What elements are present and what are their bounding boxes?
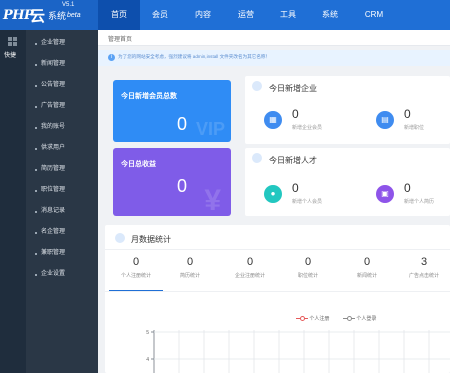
vip-watermark-icon: VIP	[195, 119, 225, 139]
sidebar-item-jobs[interactable]: 职位管理	[26, 180, 98, 201]
users-icon	[252, 153, 262, 163]
building-icon: ▦	[264, 111, 282, 129]
metric-enterprise-registrations-value: 0	[246, 256, 254, 268]
sidebar-item-news[interactable]: 新闻管理	[26, 54, 98, 75]
metric-ad-clicks-label[interactable]: 广告点击统计	[400, 272, 448, 279]
new-personal-members-label: 新增个人会员	[292, 199, 323, 205]
monthly-line-chart: 54	[146, 330, 450, 373]
metric-personal-registrations-label[interactable]: 个人注册统计	[112, 272, 160, 279]
panel-title: 月数据统计	[131, 235, 171, 244]
metric-resumes-label[interactable]: 简历统计	[166, 272, 214, 279]
building-icon	[252, 81, 262, 91]
sidebar-item-enterprise[interactable]: 企业管理	[26, 33, 98, 54]
logo-cloud-text: 云	[30, 7, 46, 25]
topnav-home[interactable]: 首页	[98, 0, 140, 30]
new-jobs-label: 新增职位	[404, 125, 425, 131]
new-enterprise-members-value: 0	[292, 107, 299, 121]
metric-resumes-value: 0	[186, 256, 194, 268]
sidebar-item-my-account[interactable]: 我的账号	[26, 117, 98, 138]
topnav-content[interactable]: 内容	[183, 0, 223, 30]
card-value: 0	[177, 114, 188, 134]
new-enterprise-members-label: 新增企业会员	[292, 125, 323, 131]
sidebar-item-enterprise-settings[interactable]: 企业设置	[26, 264, 98, 285]
security-notice: i 为了您的网站安全考虑，强烈建议将 admin,install 文件夹改名为其…	[98, 50, 450, 66]
metric-news-label[interactable]: 新闻统计	[343, 272, 391, 279]
metric-ad-clicks-value: 3	[420, 256, 428, 268]
topnav-members[interactable]: 会员	[140, 0, 180, 30]
grid-icon[interactable]	[8, 37, 17, 46]
legend-label: 个人登录	[356, 316, 377, 322]
metric-enterprise-registrations-label[interactable]: 企业注册统计	[226, 272, 274, 279]
panel-title: 今日新增企业	[269, 84, 317, 93]
card-revenue-today: 今日总收益 0 ¥	[113, 148, 231, 216]
yen-watermark-icon: ¥	[204, 184, 221, 216]
topnav-system[interactable]: 系统	[310, 0, 350, 30]
new-personal-members-value: 0	[292, 181, 299, 195]
sidebar-item-announcements[interactable]: 公告管理	[26, 75, 98, 96]
legend-label: 个人注册	[309, 316, 330, 322]
app-logo[interactable]: PHP 云 系统 V5.1 beta	[0, 0, 98, 30]
logo-php-text: PHP	[3, 8, 34, 23]
resume-icon: ▣	[376, 185, 394, 203]
breadcrumb-current[interactable]: 管理首页	[108, 34, 132, 43]
card-value: 0	[177, 176, 188, 196]
card-title: 今日新增会员总数	[121, 93, 177, 100]
sidebar-item-messages[interactable]: 消息记录	[26, 201, 98, 222]
info-icon: i	[108, 54, 115, 61]
new-resumes-value: 0	[404, 181, 411, 195]
y-tick-label: 4	[146, 357, 149, 363]
top-navigation: PHP 云 系统 V5.1 beta 首页 会员 内容 运营 工具 系统 CRM	[0, 0, 450, 30]
sidebar-item-resumes[interactable]: 简历管理	[26, 159, 98, 180]
breadcrumb: 管理首页	[98, 30, 450, 46]
sidebar-item-part-time[interactable]: 兼职管理	[26, 243, 98, 264]
quick-rail: 快捷	[0, 30, 26, 373]
topnav-tools[interactable]: 工具	[268, 0, 308, 30]
metric-jobs-value: 0	[304, 256, 312, 268]
topnav-crm[interactable]: CRM	[354, 0, 394, 30]
quick-label[interactable]: 快捷	[4, 50, 16, 59]
sidebar-item-supply-users[interactable]: 供求用户	[26, 138, 98, 159]
logo-beta: beta	[67, 12, 81, 19]
panel-title: 今日新增人才	[269, 156, 317, 165]
legend-personal-login[interactable]: 个人登录	[343, 315, 376, 322]
new-resumes-label: 新增个人简历	[404, 199, 435, 205]
metric-jobs-label[interactable]: 职位统计	[284, 272, 332, 279]
sidebar: 企业管理 新闻管理 公告管理 广告管理 我的账号 供求用户 简历管理 职位管理 …	[26, 30, 98, 373]
legend-personal-registration[interactable]: 个人注册	[296, 315, 329, 322]
sidebar-item-ads[interactable]: 广告管理	[26, 96, 98, 117]
notice-text: 为了您的网站安全考虑，强烈建议将 admin,install 文件夹改名为其它名…	[118, 54, 271, 59]
briefcase-icon: ▤	[376, 111, 394, 129]
user-icon: ●	[264, 185, 282, 203]
card-title: 今日总收益	[121, 161, 156, 168]
card-new-members-today: 今日新增会员总数 0 VIP	[113, 80, 231, 142]
metric-news-value: 0	[363, 256, 371, 268]
sidebar-item-famous-companies[interactable]: 名企管理	[26, 222, 98, 243]
panel-new-talent: 今日新增人才 ● 0 新增个人会员 ▣ 0 新增个人简历	[245, 148, 450, 216]
metric-personal-registrations-value: 0	[132, 256, 140, 268]
legend-line-icon	[343, 316, 355, 322]
new-jobs-value: 0	[404, 107, 411, 121]
y-tick-label: 5	[146, 330, 149, 336]
logo-version: V5.1	[62, 2, 75, 8]
logo-system-text: 系统	[48, 11, 67, 21]
calendar-icon	[115, 233, 125, 243]
legend-line-icon	[296, 316, 308, 322]
panel-new-enterprises: 今日新增企业 ▦ 0 新增企业会员 ▤ 0 新增职位	[245, 76, 450, 144]
topnav-operations[interactable]: 运营	[226, 0, 266, 30]
